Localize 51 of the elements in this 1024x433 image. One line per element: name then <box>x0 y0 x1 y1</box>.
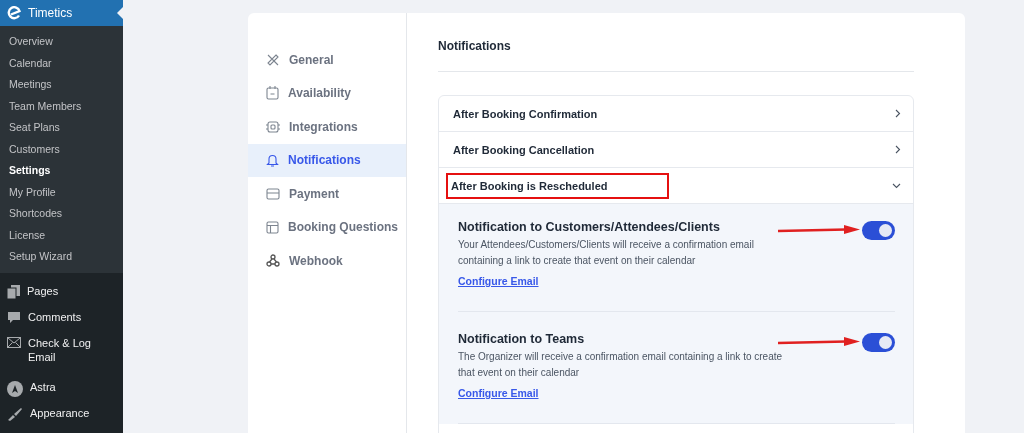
menu-item[interactable]: Appearance <box>30 405 110 420</box>
settings-tab[interactable]: Webhook <box>248 244 406 278</box>
setting-title: Notification to Teams <box>458 332 586 346</box>
configure-email-link[interactable]: Configure Email <box>458 275 539 287</box>
chevron-down-icon <box>892 182 901 189</box>
menu-item[interactable]: Astra <box>30 379 110 394</box>
accordion-header[interactable]: After Booking Cancellation <box>439 132 913 168</box>
menu-item[interactable]: Check & Log Email <box>28 335 108 364</box>
menu-item[interactable]: Timetics <box>28 6 73 20</box>
submenu-item[interactable]: Setup Wizard <box>0 246 123 268</box>
submenu-item[interactable]: Overview <box>0 31 123 53</box>
settings-tab[interactable]: Integrations <box>248 110 406 144</box>
toggle-switch[interactable] <box>862 221 895 240</box>
envelope-icon <box>7 336 21 348</box>
webhook-icon <box>266 254 280 268</box>
calendar-icon <box>266 86 279 101</box>
submenu-item[interactable]: Meetings <box>0 74 123 96</box>
chip-icon <box>266 119 280 134</box>
settings-tab[interactable]: Booking Questions <box>248 210 406 244</box>
tools-icon <box>266 52 280 67</box>
paintbrush-icon <box>7 406 23 421</box>
layout-icon <box>266 220 279 234</box>
bell-icon <box>266 153 279 168</box>
submenu-item[interactable]: Seat Plans <box>0 117 123 139</box>
toggle-switch[interactable] <box>862 333 895 352</box>
card-icon <box>266 187 280 200</box>
setting-description: Your Attendees/Customers/Clients will receive a confirmation email containing a link to create that event on their calendar <box>458 238 755 268</box>
submenu-item[interactable]: Settings <box>0 160 123 182</box>
section-title: Notifications <box>438 39 914 72</box>
submenu-item[interactable]: License <box>0 224 123 246</box>
submenu-item[interactable]: My Profile <box>0 181 123 203</box>
menu-item[interactable]: Pages <box>27 283 107 298</box>
setting-title: Notification to Customers/Attendees/Clients <box>458 220 721 234</box>
submenu-item[interactable]: Customers <box>0 138 123 160</box>
submenu-item[interactable]: Shortcodes <box>0 203 123 225</box>
submenu-item[interactable]: Team Members <box>0 95 123 117</box>
menu-item[interactable]: Comments <box>28 309 108 324</box>
submenu-item[interactable]: Calendar <box>0 52 123 74</box>
settings-tab[interactable]: Payment <box>248 177 406 211</box>
settings-tab[interactable]: Notifications <box>248 143 406 177</box>
chevron-right-icon <box>895 109 901 118</box>
configure-email-link[interactable]: Configure Email <box>458 387 539 399</box>
speech-bubble-icon <box>7 310 21 325</box>
settings-tab[interactable]: General <box>248 43 406 77</box>
setting-description: The Organizer will receive a confirmation email containing a link to create that event on their calendar <box>458 350 784 380</box>
timetics-logo-icon <box>7 5 22 21</box>
astra-logo-icon <box>7 380 23 397</box>
pages-icon <box>7 284 20 299</box>
accordion-header[interactable]: After Booking Confirmation <box>439 96 913 132</box>
settings-tab[interactable]: Availability <box>248 76 406 110</box>
chevron-right-icon <box>895 145 901 154</box>
